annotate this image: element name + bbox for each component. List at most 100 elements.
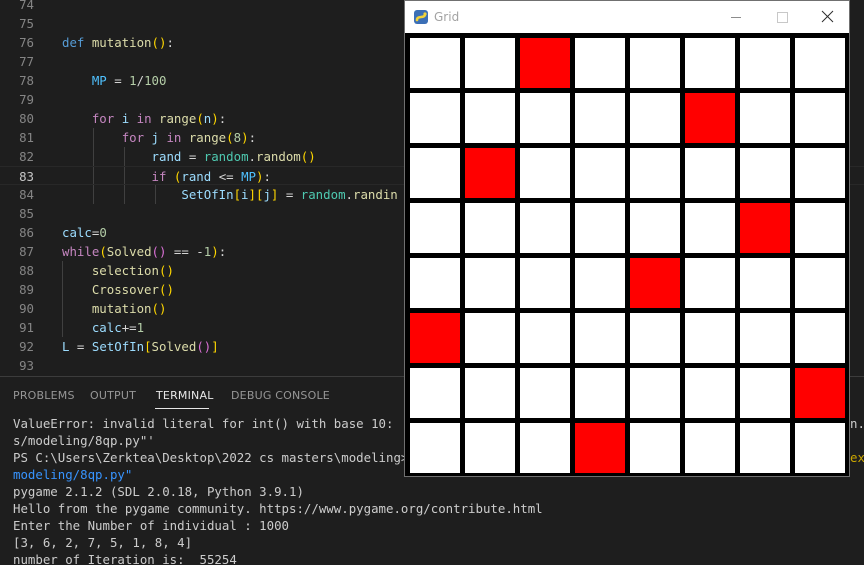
grid-cell	[575, 148, 625, 198]
terminal-line: ValueError: invalid literal for int() wi…	[13, 416, 431, 431]
tab-output[interactable]: OUTPUT	[90, 389, 136, 402]
grid-cell	[740, 93, 790, 143]
grid-cell	[795, 258, 845, 308]
terminal-line: pygame 2.1.2 (SDL 2.0.18, Python 3.9.1)	[13, 484, 304, 499]
grid-cell	[410, 203, 460, 253]
code-text: calc=0	[62, 225, 107, 240]
tab-problems[interactable]: PROBLEMS	[13, 389, 75, 402]
line-number: 77	[19, 54, 34, 69]
line-number: 80	[19, 111, 34, 126]
grid-cell	[795, 38, 845, 88]
terminal-line: modeling/8qp.py"	[13, 467, 133, 482]
grid-cell	[465, 313, 515, 363]
terminal-line: number of Iteration is: 55254	[13, 552, 237, 565]
line-number: 79	[19, 92, 34, 107]
grid-cell	[575, 313, 625, 363]
queen-cell	[630, 258, 680, 308]
code-text: calc+=1	[91, 320, 145, 335]
grid-cell	[685, 368, 735, 418]
grid-cell	[410, 423, 460, 473]
grid-cell	[795, 148, 845, 198]
queen-cell	[575, 423, 625, 473]
grid-cell	[520, 203, 570, 253]
terminal-line: PS C:\Users\Zerktea\Desktop\2022 cs mast…	[13, 450, 424, 465]
line-number: 91	[19, 320, 34, 335]
code-text: selection()	[91, 263, 174, 278]
grid-cell	[520, 148, 570, 198]
grid-cell	[410, 368, 460, 418]
queen-cell	[685, 93, 735, 143]
tab-terminal[interactable]: TERMINAL	[156, 389, 214, 402]
window-title: Grid	[434, 10, 460, 24]
grid-cell	[575, 368, 625, 418]
pygame-snake-icon	[414, 10, 428, 24]
tab-debug-console[interactable]: DEBUG CONSOLE	[231, 389, 330, 402]
terminal-line-tail: n.e	[850, 416, 864, 431]
grid-cell	[685, 258, 735, 308]
grid-window[interactable]: Grid	[404, 0, 850, 477]
line-number: 88	[19, 263, 34, 278]
line-number: 75	[19, 16, 34, 31]
grid-cell	[630, 38, 680, 88]
terminal-line: Enter the Number of individual : 1000	[13, 518, 290, 533]
grid-cell	[410, 93, 460, 143]
grid-cell	[410, 38, 460, 88]
grid-cell	[740, 38, 790, 88]
line-number: 76	[19, 35, 34, 50]
maximize-button[interactable]	[759, 1, 805, 33]
grid-cell	[630, 313, 680, 363]
line-number: 86	[19, 225, 34, 240]
code-text: SetOfIn[i][j] = random.randin	[181, 187, 398, 202]
terminal-line: s/modeling/8qp.py"'	[13, 433, 155, 448]
queen-cell	[520, 38, 570, 88]
code-text: Crossover()	[91, 282, 174, 297]
line-number: 85	[19, 206, 34, 221]
line-number: 93	[19, 358, 34, 373]
terminal-line: Hello from the pygame community. https:/…	[13, 501, 543, 516]
code-text: while(Solved() == -1):	[62, 244, 227, 259]
grid-cell	[795, 93, 845, 143]
maximize-icon	[777, 12, 788, 23]
grid-cell	[630, 93, 680, 143]
grid-cell	[740, 258, 790, 308]
window-titlebar[interactable]: Grid	[405, 1, 849, 33]
grid-cell	[465, 368, 515, 418]
grid-cell	[795, 423, 845, 473]
close-icon	[821, 10, 834, 23]
grid-cell	[685, 203, 735, 253]
line-number: 84	[19, 187, 34, 202]
code-text: for j in range(8):	[121, 130, 257, 145]
active-tab-indicator	[155, 408, 209, 409]
minimize-button[interactable]	[713, 1, 759, 33]
grid-cell	[685, 148, 735, 198]
grid-cell	[465, 423, 515, 473]
line-number: 92	[19, 339, 34, 354]
grid-cell	[465, 203, 515, 253]
grid-cell	[410, 258, 460, 308]
grid-cell	[520, 313, 570, 363]
grid-cell	[685, 38, 735, 88]
grid-cell	[465, 38, 515, 88]
queen-cell	[795, 368, 845, 418]
code-text: MP = 1/100	[91, 73, 167, 88]
line-number: 82	[19, 149, 34, 164]
chessboard-grid[interactable]	[405, 33, 849, 476]
queen-cell	[465, 148, 515, 198]
grid-cell	[575, 38, 625, 88]
code-text: for i in range(n):	[91, 111, 227, 126]
grid-cell	[465, 258, 515, 308]
line-number: 78	[19, 73, 34, 88]
grid-cell	[575, 93, 625, 143]
grid-cell	[520, 93, 570, 143]
grid-cell	[520, 368, 570, 418]
grid-cell	[630, 203, 680, 253]
line-number: 90	[19, 301, 34, 316]
grid-cell	[795, 313, 845, 363]
grid-cell	[740, 368, 790, 418]
line-number: 74	[19, 0, 34, 12]
grid-cell	[520, 423, 570, 473]
grid-cell	[575, 258, 625, 308]
line-number: 81	[19, 130, 34, 145]
queen-cell	[740, 203, 790, 253]
close-button[interactable]	[805, 1, 851, 33]
